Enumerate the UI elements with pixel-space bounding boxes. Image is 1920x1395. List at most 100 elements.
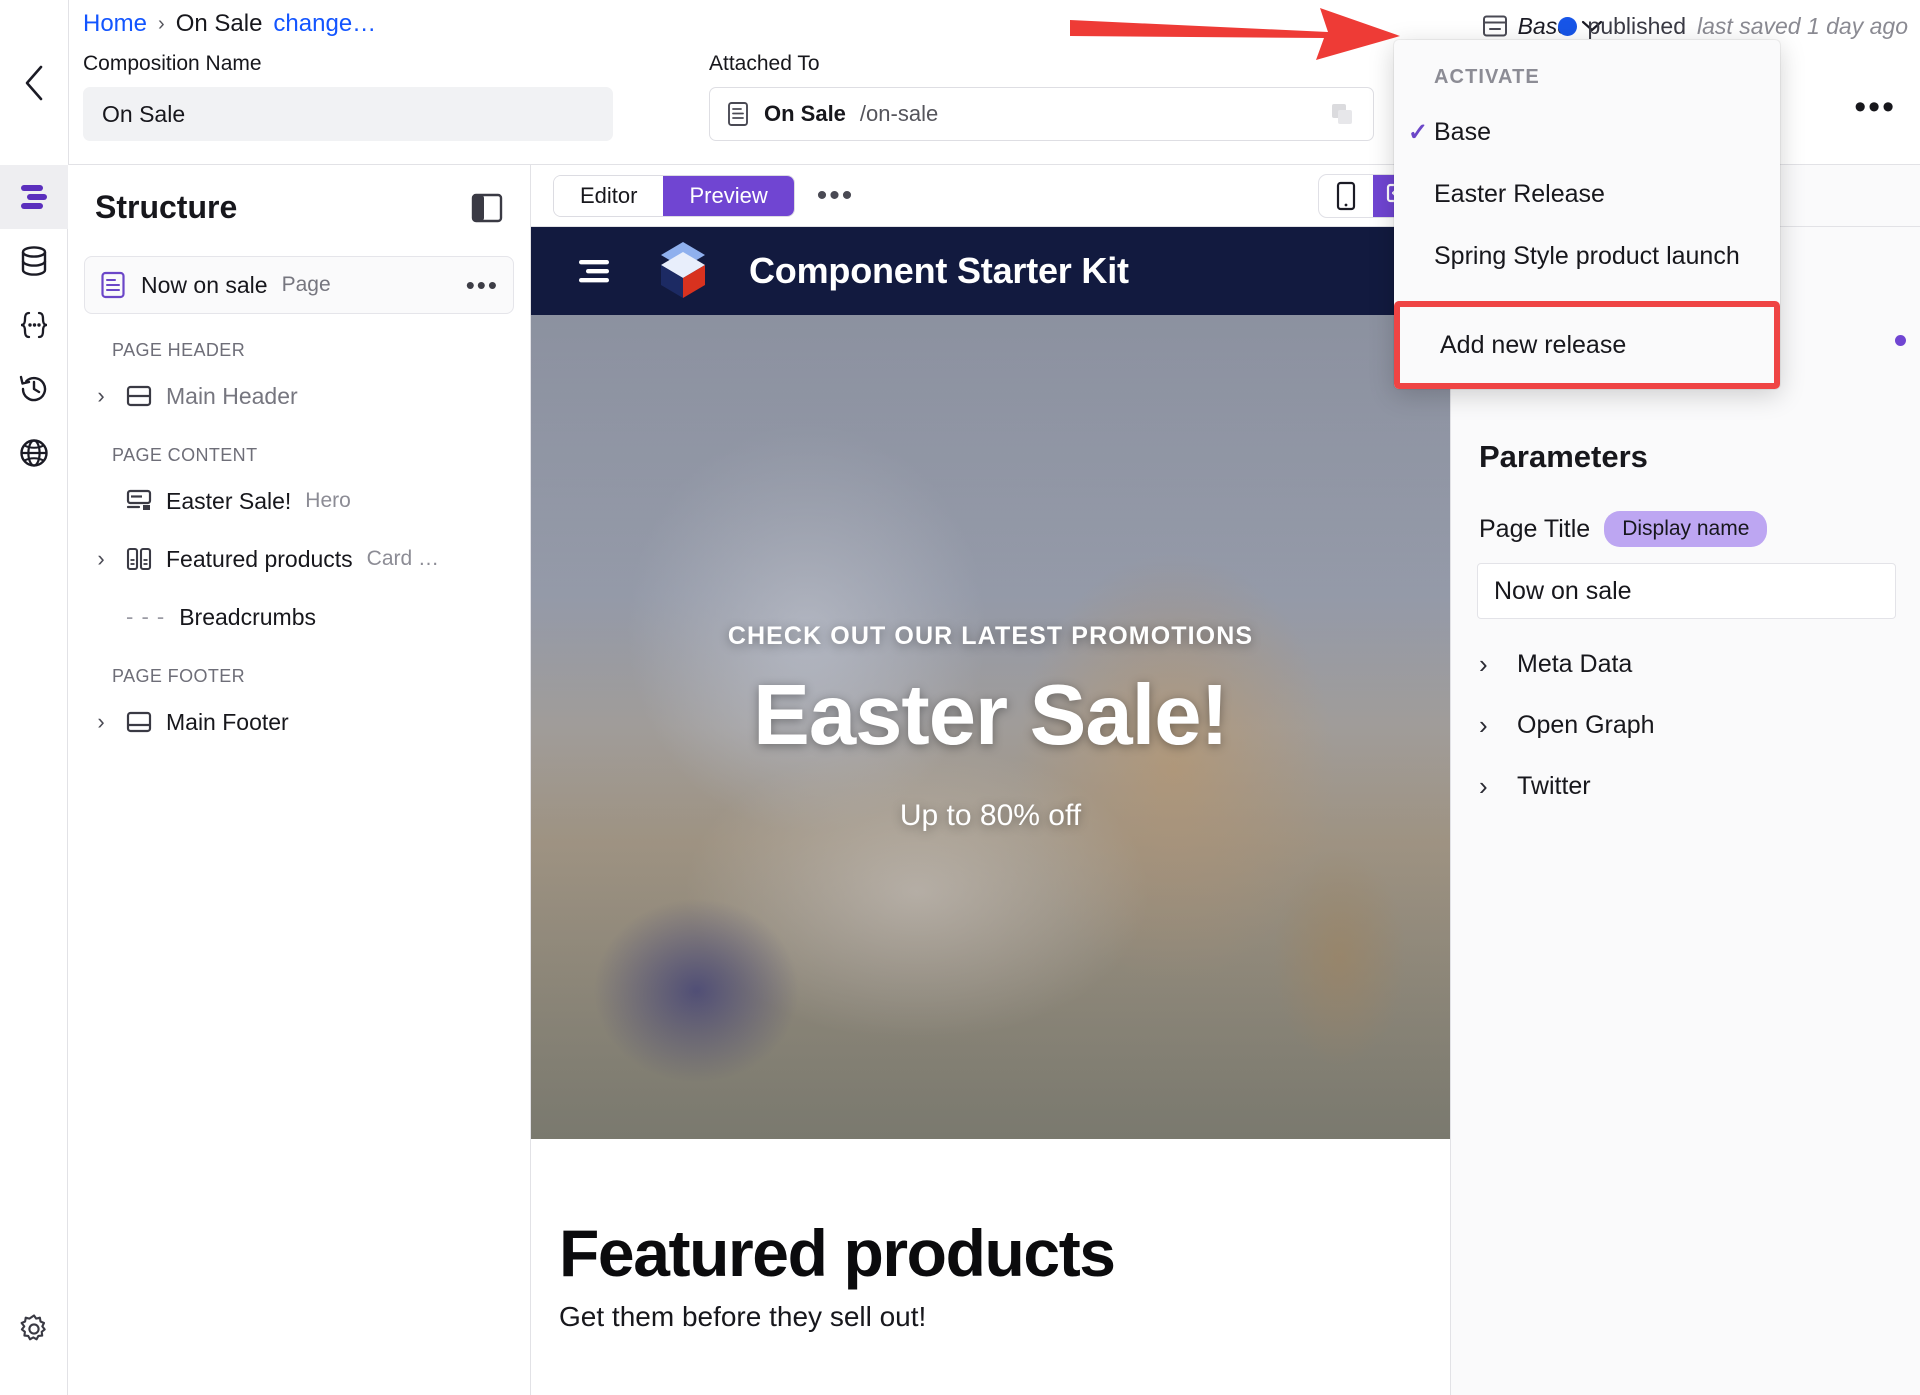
status-dot-icon — [1557, 16, 1577, 36]
hero-subtitle: Up to 80% off — [899, 798, 1082, 832]
composition-name-input[interactable]: On Sale — [83, 87, 613, 141]
menu-item-add-new-release[interactable]: Add new release — [1400, 307, 1774, 383]
tree-label-main-header: Main Header — [166, 382, 298, 409]
topbar-more-button[interactable]: ••• — [1854, 90, 1896, 124]
composition-name-field: Composition Name On Sale — [83, 52, 613, 141]
tree-label-featured-products: Featured products — [166, 545, 353, 572]
attached-to-name: On Sale — [764, 101, 846, 126]
structure-page-row[interactable]: Now on sale Page ••• — [84, 256, 514, 314]
structure-page-more-button[interactable]: ••• — [466, 272, 499, 298]
copy-icon[interactable] — [1329, 101, 1355, 127]
tree-sub-featured-products: Card … — [366, 547, 440, 570]
structure-title: Structure — [95, 189, 238, 225]
history-icon — [19, 375, 47, 402]
structure-page-name: Now on sale — [141, 271, 268, 298]
tab-preview[interactable]: Preview — [663, 175, 794, 216]
chevron-right-icon: › — [1479, 771, 1488, 801]
expand-caret-icon[interactable]: › — [90, 709, 112, 735]
accordion-label-twitter: Twitter — [1517, 772, 1591, 800]
attached-to-field: Attached To On Sale /on-sale — [709, 52, 1374, 141]
site-header: Component Starter Kit — [531, 227, 1450, 315]
parameters-title: Parameters — [1479, 439, 1648, 474]
site-logo-icon — [661, 242, 705, 298]
panel-toggle-icon[interactable] — [471, 193, 503, 223]
group-label-page-content: PAGE CONTENT — [112, 445, 258, 465]
hamburger-menu-icon[interactable] — [575, 255, 617, 287]
annotation-arrow-icon — [1070, 8, 1400, 60]
tree-label-main-footer: Main Footer — [166, 708, 289, 735]
rail-item-structure[interactable] — [0, 165, 68, 229]
accordion-label-open-graph: Open Graph — [1517, 711, 1655, 739]
release-dropdown-menu: ACTIVATE ✓ Base Easter Release Spring St… — [1394, 40, 1780, 389]
accordion-twitter[interactable]: › Twitter — [1479, 771, 1920, 802]
document-icon — [728, 102, 748, 126]
breadcrumb-change-link[interactable]: change… — [273, 10, 376, 38]
rail-item-globe[interactable] — [0, 421, 68, 485]
release-window-icon — [1482, 15, 1507, 37]
featured-products-subtitle: Get them before they sell out! — [559, 1301, 927, 1332]
dashes-icon: - - - — [126, 604, 166, 629]
tree-row-breadcrumbs[interactable]: - - - Breadcrumbs — [68, 594, 530, 640]
gear-icon — [20, 1314, 46, 1341]
tree-row-featured-products[interactable]: › Featured products Card … — [68, 536, 530, 582]
check-icon: ✓ — [1408, 118, 1429, 146]
hero-eyebrow: CHECK OUT OUR LATEST PROMOTIONS — [727, 621, 1254, 650]
page-title-input[interactable]: Now on sale — [1477, 563, 1896, 619]
breadcrumb-separator: › — [158, 12, 165, 35]
composition-name-label: Composition Name — [83, 52, 262, 75]
rail-item-history[interactable] — [0, 357, 68, 421]
chevron-right-icon: › — [1479, 649, 1488, 679]
accordion-meta-data[interactable]: › Meta Data — [1479, 649, 1920, 680]
breadcrumb-home-link[interactable]: Home — [83, 10, 147, 38]
menu-item-label-add-new-release: Add new release — [1440, 330, 1627, 359]
expand-caret-icon[interactable]: › — [90, 546, 112, 572]
rail-item-settings[interactable] — [0, 1297, 68, 1361]
page-title-row: Page Title Display name — [1479, 511, 1920, 547]
hero-section: CHECK OUT OUR LATEST PROMOTIONS Easter S… — [531, 315, 1450, 1139]
preview-more-button[interactable]: ••• — [817, 180, 855, 210]
database-icon — [21, 246, 47, 276]
group-label-page-header: PAGE HEADER — [112, 340, 246, 360]
tab-editor[interactable]: Editor — [554, 175, 664, 216]
status-label: published — [1587, 12, 1687, 39]
menu-item-easter-release[interactable]: Easter Release — [1394, 163, 1780, 225]
tree-row-main-footer[interactable]: › Main Footer — [68, 699, 530, 745]
menu-item-spring-style[interactable]: Spring Style product launch — [1394, 225, 1780, 287]
add-new-release-highlight: Add new release — [1394, 301, 1780, 389]
tree-row-easter-sale[interactable]: Easter Sale! Hero — [68, 478, 530, 524]
tree-label-breadcrumbs: Breadcrumbs — [179, 603, 316, 630]
menu-item-base[interactable]: ✓ Base — [1394, 101, 1780, 163]
attached-to-value[interactable]: On Sale /on-sale — [709, 87, 1374, 141]
curly-braces-icon — [20, 311, 48, 339]
preview-pane: Editor Preview ••• Component Starter Kit… — [531, 165, 1450, 1395]
menu-section-label-activate: ACTIVATE — [1434, 66, 1540, 88]
icon-rail — [0, 165, 68, 1395]
last-saved-label: last saved 1 day ago — [1697, 12, 1908, 39]
tree-row-main-header[interactable]: › Main Header — [68, 373, 530, 419]
accordion-open-graph[interactable]: › Open Graph — [1479, 710, 1920, 741]
preview-toolbar: Editor Preview ••• — [531, 165, 1450, 227]
hero-title: Easter Sale! — [753, 667, 1229, 763]
structure-panel: Structure Now on sale Page ••• PAGE HEAD… — [68, 165, 531, 1395]
menu-item-label-easter-release: Easter Release — [1434, 179, 1605, 208]
rail-item-data[interactable] — [0, 229, 68, 293]
globe-icon — [20, 439, 48, 467]
structure-page-type: Page — [281, 273, 331, 296]
menu-item-label-base: Base — [1434, 117, 1491, 146]
attached-to-path: /on-sale — [859, 101, 939, 126]
display-name-badge: Display name — [1604, 511, 1768, 547]
sidebar-collapse-button[interactable] — [0, 0, 68, 165]
accordion-label-meta-data: Meta Data — [1517, 650, 1633, 678]
tree-label-easter-sale: Easter Sale! — [166, 487, 292, 514]
preview-canvas[interactable]: Component Starter Kit CHECK OUT OUR LATE… — [531, 227, 1450, 1395]
expand-caret-icon[interactable]: › — [90, 383, 112, 409]
header-layout-icon — [126, 385, 152, 407]
device-mobile-button[interactable] — [1319, 175, 1373, 217]
page-title-label: Page Title — [1479, 514, 1591, 543]
cards-icon — [126, 547, 152, 571]
hero-icon — [126, 489, 152, 510]
chevron-right-icon: › — [1479, 710, 1488, 740]
menu-item-label-spring-style: Spring Style product launch — [1434, 241, 1740, 270]
rail-item-variables[interactable] — [0, 293, 68, 357]
featured-products-title: Featured products — [559, 1216, 1116, 1290]
